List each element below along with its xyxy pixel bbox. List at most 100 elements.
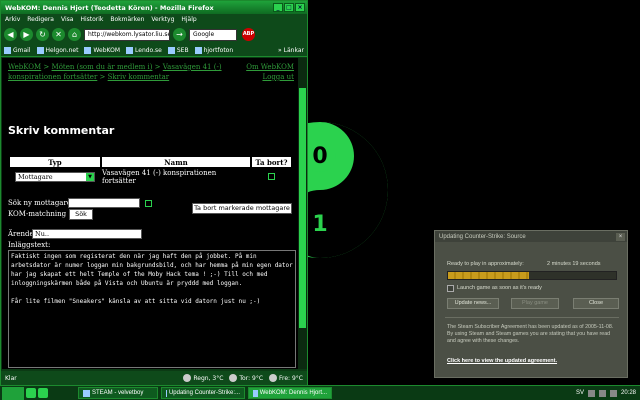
language-indicator[interactable]: SV (576, 390, 584, 396)
search-input[interactable]: Google (189, 28, 237, 41)
close-button[interactable]: × (295, 3, 305, 12)
time-remaining: 2 minutes 19 seconds (547, 261, 601, 267)
stop-icon[interactable]: ✕ (52, 28, 65, 41)
table-row: Mottagare ▼ Vasavägen 41 (-) konspiratio… (8, 167, 293, 187)
steam-icon (166, 389, 167, 397)
menu-bookmarks[interactable]: Bokmärken (110, 16, 144, 23)
navigation-toolbar: ◀ ▶ ↻ ✕ ⌂ http://webkom.lysator.liu.se/ … (1, 24, 307, 45)
column-header-name: Namn (100, 155, 252, 169)
subject-input[interactable]: Nu.. (32, 229, 142, 239)
scrollbar-thumb[interactable] (299, 88, 306, 328)
cloud-icon (229, 374, 238, 382)
breadcrumb-current[interactable]: Skriv kommentar (108, 73, 170, 81)
steam-icon (83, 389, 90, 397)
start-button[interactable] (2, 386, 24, 400)
forward-icon[interactable]: ▶ (20, 28, 33, 41)
remove-recipient-checkbox[interactable] (268, 172, 275, 180)
close-icon[interactable]: × (616, 232, 625, 241)
menu-file[interactable]: Arkiv (5, 16, 20, 23)
adblock-icon[interactable]: ABP (242, 28, 255, 41)
webkom-icon (84, 47, 92, 54)
bookmarks-overflow[interactable]: » Länkar (278, 47, 307, 54)
search-option-checkbox[interactable] (145, 200, 152, 207)
system-tray: SV 20:28 (576, 389, 640, 397)
close-button[interactable]: Close (573, 298, 619, 309)
menu-edit[interactable]: Redigera (27, 16, 54, 23)
svg-text:1: 1 (312, 212, 327, 237)
remove-recipients-button[interactable]: Ta bort markerade mottagare (192, 203, 292, 214)
breadcrumb-root[interactable]: WebKOM (8, 63, 41, 71)
weather-now: Regn, 3°C (183, 374, 223, 382)
menu-help[interactable]: Hjälp (181, 16, 196, 23)
bookmark-gmail[interactable]: Gmail (4, 47, 31, 54)
progress-fill (448, 272, 529, 279)
url-bar[interactable]: http://webkom.lysator.liu.se/ (84, 28, 170, 41)
taskbar-item-steam[interactable]: STEAM - velvetboy (78, 387, 158, 399)
cloud-icon (269, 374, 278, 382)
bookmark-lendo[interactable]: Lendo.se (126, 47, 162, 54)
chevron-down-icon: ▼ (86, 173, 94, 181)
menu-history[interactable]: Historik (80, 16, 103, 23)
home-icon[interactable]: ⌂ (68, 28, 81, 41)
gmail-icon (4, 47, 11, 54)
minimize-button[interactable]: _ (273, 3, 283, 12)
status-text: Klar (5, 374, 17, 382)
breadcrumb: WebKOM > Möten (som du är medlem i) > Va… (8, 63, 222, 81)
maximize-button[interactable]: □ (284, 3, 294, 12)
ready-label: Ready to play in approximately: (447, 261, 524, 267)
lendo-icon (126, 47, 134, 54)
back-icon[interactable]: ◀ (4, 28, 17, 41)
search-button[interactable]: Sök (69, 209, 93, 220)
launch-checkbox[interactable] (447, 285, 454, 292)
hjortfoton-icon (194, 47, 202, 54)
steam-tray-icon[interactable] (609, 389, 617, 397)
clock: 20:28 (620, 390, 636, 396)
status-bar: Klar Regn, 3°C Tor: 9°C Fre: 9°C (1, 371, 307, 385)
quicklaunch-steam-icon[interactable] (38, 388, 48, 398)
comment-text: Faktiskt ingen som registerat den när ja… (11, 253, 293, 305)
helgon-icon (36, 47, 44, 54)
bookmark-hjortfoton[interactable]: hjortfoton (194, 47, 233, 54)
divider (445, 317, 619, 318)
network-icon[interactable] (587, 389, 595, 397)
launch-label: Launch game as soon as it's ready (457, 285, 542, 291)
firefox-icon (253, 389, 258, 397)
breadcrumb-meetings[interactable]: Möten (som du är medlem i) (52, 63, 153, 71)
menu-bar: Arkiv Redigera Visa Historik Bokmärken V… (1, 14, 307, 24)
column-header-type: Typ (8, 155, 102, 169)
window-title: WebKOM: Dennis Hjort (Teodetta Kören) - … (5, 3, 214, 12)
bookmarks-toolbar: Gmail Helgon.net WebKOM Lendo.se SEB hjo… (1, 45, 307, 57)
reload-icon[interactable]: ↻ (36, 28, 49, 41)
quicklaunch-firefox-icon[interactable] (26, 388, 36, 398)
bookmark-webkom[interactable]: WebKOM (84, 47, 120, 54)
table-header-row: Typ Namn Ta bort? (8, 155, 293, 169)
account-links: Om WebKOM Logga ut (246, 62, 294, 82)
update-news-button[interactable]: Update news... (447, 298, 499, 309)
update-progress-bar (447, 271, 617, 280)
menu-tools[interactable]: Verktyg (151, 16, 174, 23)
taskbar: STEAM - velvetboy Updating Counter-Strik… (0, 385, 640, 400)
weather-thursday: Tor: 9°C (229, 374, 263, 382)
search-recipient-input[interactable] (68, 198, 140, 208)
taskbar-item-update[interactable]: Updating Counter-Strike:... (161, 387, 245, 399)
menu-view[interactable]: Visa (61, 16, 73, 23)
column-header-remove: Ta bort? (250, 155, 293, 169)
window-titlebar[interactable]: WebKOM: Dennis Hjort (Teodetta Kören) - … (1, 1, 307, 14)
comment-textarea[interactable]: Faktiskt ingen som registerat den när ja… (8, 250, 296, 368)
kom-matching-label: KOM-matchning (8, 210, 67, 218)
go-icon[interactable]: → (173, 28, 186, 41)
logout-link[interactable]: Logga ut (246, 72, 294, 82)
agreement-link[interactable]: Click here to view the updated agreement… (447, 358, 557, 364)
play-game-button[interactable]: Play game (511, 298, 559, 309)
weather-friday: Fre: 9°C (269, 374, 307, 382)
volume-icon[interactable] (598, 389, 606, 397)
bookmark-seb[interactable]: SEB (167, 47, 189, 54)
search-recipient-label: Sök ny mottagare: (8, 199, 74, 207)
dialog-title: Updating Counter-Strike: Source (439, 233, 526, 240)
page-scrollbar[interactable] (298, 58, 307, 369)
taskbar-item-webkom[interactable]: WebKOM: Dennis Hjort... (248, 387, 332, 399)
recipient-type-select[interactable]: Mottagare ▼ (15, 172, 95, 182)
dialog-titlebar[interactable]: Updating Counter-Strike: Source × (435, 231, 627, 242)
about-link[interactable]: Om WebKOM (246, 62, 294, 72)
bookmark-helgon[interactable]: Helgon.net (36, 47, 78, 54)
